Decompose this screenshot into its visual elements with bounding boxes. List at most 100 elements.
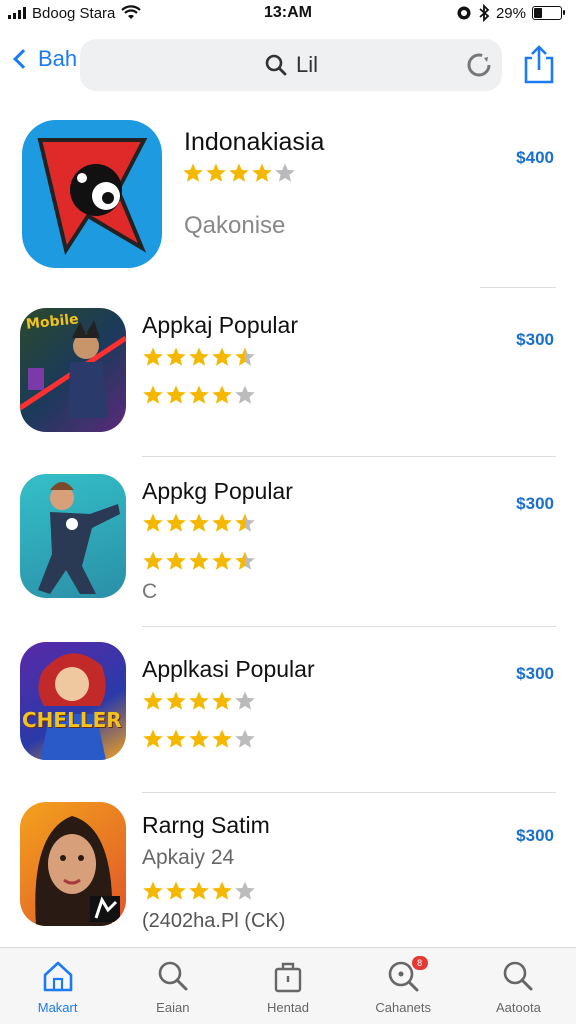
notification-badge: 8 [411,956,428,970]
star-icon [212,551,232,570]
star-icon [275,163,295,182]
star-icon [166,691,186,710]
list-item[interactable]: Indonakiasia Qakonise $400 [0,108,576,288]
rating-stars [142,880,256,902]
alarm-icon [457,6,471,20]
rating-stars [142,346,256,368]
search-field[interactable]: Lil [80,39,502,91]
star-icon [166,881,186,900]
star-icon [235,551,255,570]
list-item[interactable]: Rarng Satim Apkaiy 24 (2402ha.Pl (CK) $3… [0,802,576,952]
bag-icon [274,962,302,993]
star-icon [189,881,209,900]
search-text: Lil [295,52,318,77]
star-icon [189,551,209,570]
price-button[interactable]: $300 [516,826,554,846]
price-button[interactable]: $400 [516,148,554,168]
star-icon [212,385,232,404]
star-icon [166,513,186,532]
share-icon[interactable] [522,44,556,84]
star-icon [166,347,186,366]
price-button[interactable]: $300 [516,494,554,514]
list-item[interactable]: CHELLER Applkasi Popular $300 [0,642,576,794]
app-publisher: Apkaiy 24 [142,846,235,869]
divider [142,792,556,793]
app-name: Appkg Popular [142,478,293,504]
tab-bag[interactable]: Hentad [230,948,345,1024]
star-icon [166,551,186,570]
star-icon [235,729,255,748]
signal-icon [8,7,26,19]
star-icon [189,347,209,366]
star-icon [212,347,232,366]
divider [142,456,556,457]
star-icon [166,729,186,748]
tab-home[interactable]: Makart [0,948,115,1024]
hero-flying-icon [20,474,126,598]
refresh-icon[interactable] [466,52,492,78]
star-icon [189,513,209,532]
status-left: Bdoog Stara [8,4,142,22]
price-button[interactable]: $300 [516,664,554,684]
review-count: (2402ha.Pl (CK) [142,910,286,932]
tab-label: Aatoota [496,1000,541,1015]
search-icon [504,961,533,991]
game-warrior-icon: Mobile [20,308,126,432]
rating-stars-secondary [142,728,256,750]
tab-account[interactable]: Aatoota [461,948,576,1024]
star-icon [212,691,232,710]
tab-label: Eaian [156,1000,190,1015]
bluetooth-icon [479,4,490,22]
star-icon [235,347,255,366]
price-button[interactable]: $300 [516,330,554,350]
rating-stars [142,690,256,712]
tab-bar: Makart Eaian Hentad 8 Cahanets Aatoota [0,947,576,1024]
star-icon [212,513,232,532]
tab-search[interactable]: Eaian [115,948,230,1024]
star-icon [189,729,209,748]
heroine-icon: CHELLER [20,642,126,760]
rating-stars [182,162,296,184]
star-icon [212,729,232,748]
wifi-icon [121,5,142,19]
app-subtitle: C [142,580,158,603]
tab-updates[interactable]: 8 Cahanets [346,948,461,1024]
divider [142,626,556,627]
star-icon [189,385,209,404]
status-bar: Bdoog Stara 13:AM 29% [0,0,576,26]
star-icon [143,691,163,710]
star-icon [143,551,163,570]
app-name: Indonakiasia [184,128,325,156]
star-icon [212,881,232,900]
battery-icon [532,6,565,20]
divider [480,287,556,288]
search-icon [265,54,287,76]
carrier-label: Bdoog Stara [32,4,116,22]
list-item[interactable]: Appkg Popular C $300 [0,474,576,627]
star-icon [252,163,272,182]
star-icon [143,513,163,532]
tab-label: Cahanets [375,1000,432,1015]
star-icon [229,163,249,182]
rating-stars-secondary [142,550,256,572]
app-name: Applkasi Popular [142,656,315,682]
list-item[interactable]: Mobile Appkaj Popular $300 [0,308,576,458]
battery-percent: 29% [495,4,526,22]
rating-stars [142,512,256,534]
star-icon [235,691,255,710]
star-icon [143,729,163,748]
back-button[interactable]: Bah [10,46,77,72]
rating-stars-secondary [142,384,256,406]
star-icon [189,691,209,710]
star-icon [235,513,255,532]
app-name: Rarng Satim [142,812,270,838]
star-icon [166,385,186,404]
app-subtitle: Qakonise [184,212,286,239]
flag-character-icon [22,120,162,268]
star-icon [183,163,203,182]
status-right: 29% [456,4,565,22]
star-icon [235,385,255,404]
star-icon [143,385,163,404]
tab-label: Hentad [267,1000,309,1015]
home-icon [43,961,72,992]
